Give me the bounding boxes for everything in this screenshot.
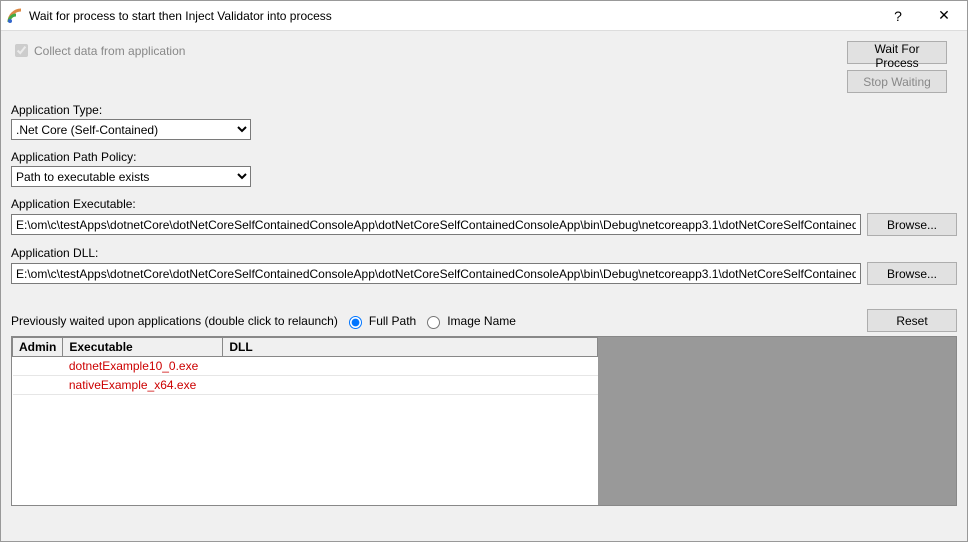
col-admin[interactable]: Admin [13, 338, 63, 357]
radio-image-name-input[interactable] [427, 316, 440, 329]
dialog-content: Collect data from application Wait For P… [1, 31, 967, 541]
help-button[interactable]: ? [875, 1, 921, 31]
cell-exe: nativeExample_x64.exe [63, 376, 223, 395]
grid-empty-area [598, 337, 956, 505]
collect-data-label: Collect data from application [34, 44, 185, 58]
dll-input[interactable] [11, 263, 861, 284]
table-row[interactable]: dotnetExample10_0.exe [13, 357, 598, 376]
path-policy-label: Application Path Policy: [11, 150, 957, 164]
table-row[interactable]: nativeExample_x64.exe [13, 376, 598, 395]
cell-dll [223, 376, 598, 395]
dll-browse-button[interactable]: Browse... [867, 262, 957, 285]
wait-for-process-button[interactable]: Wait For Process [847, 41, 947, 64]
close-button[interactable]: ✕ [921, 1, 967, 31]
cell-dll [223, 357, 598, 376]
cell-admin [13, 376, 63, 395]
app-icon [7, 8, 23, 24]
window-title: Wait for process to start then Inject Va… [29, 9, 875, 23]
cell-exe: dotnetExample10_0.exe [63, 357, 223, 376]
exe-browse-button[interactable]: Browse... [867, 213, 957, 236]
history-label: Previously waited upon applications (dou… [11, 314, 338, 328]
path-policy-select[interactable]: Path to executable exists [11, 166, 251, 187]
reset-button[interactable]: Reset [867, 309, 957, 332]
col-dll[interactable]: DLL [223, 338, 598, 357]
app-type-select[interactable]: .Net Core (Self-Contained) [11, 119, 251, 140]
radio-full-path-input[interactable] [349, 316, 362, 329]
collect-data-row: Collect data from application [11, 41, 847, 60]
app-type-label: Application Type: [11, 103, 957, 117]
dll-label: Application DLL: [11, 246, 957, 260]
cell-admin [13, 357, 63, 376]
history-grid: Admin Executable DLL dotnetExample10_0.e… [11, 336, 957, 506]
title-bar: Wait for process to start then Inject Va… [1, 1, 967, 31]
radio-image-name[interactable]: Image Name [422, 313, 516, 329]
exe-input[interactable] [11, 214, 861, 235]
radio-full-path[interactable]: Full Path [344, 313, 416, 329]
exe-label: Application Executable: [11, 197, 957, 211]
collect-data-checkbox[interactable] [15, 44, 28, 57]
col-exe[interactable]: Executable [63, 338, 223, 357]
stop-waiting-button[interactable]: Stop Waiting [847, 70, 947, 93]
